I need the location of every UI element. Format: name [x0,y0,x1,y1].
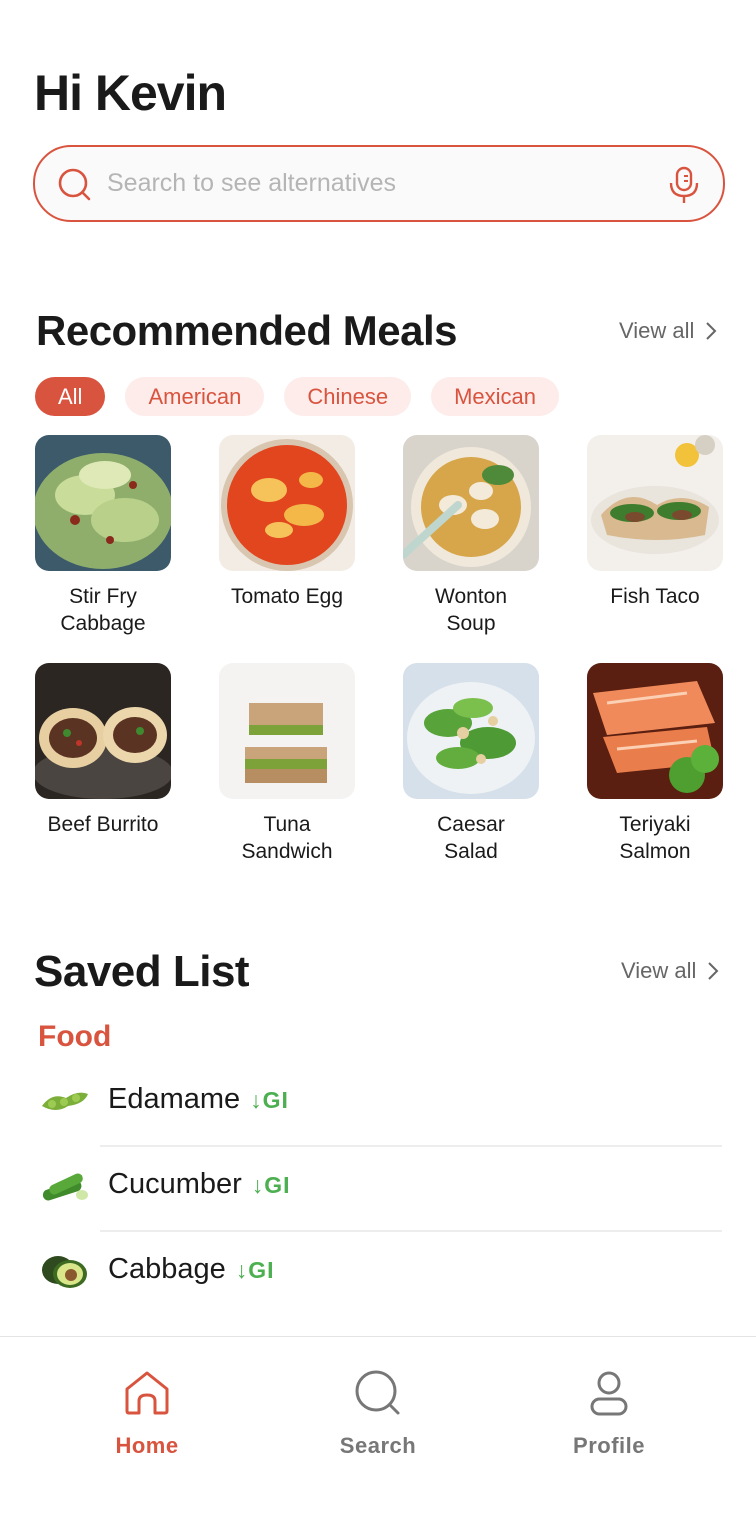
tab-search-label: Search [339,1433,417,1458]
meal-card[interactable]: Stir Fry Cabbage [23,435,183,637]
low-gi-badge: ↓GI [235,1257,275,1283]
profile-icon [590,1371,628,1416]
chevron-right-icon [708,962,719,980]
meal-image [403,435,539,571]
tab-profile-label: Profile [573,1433,645,1458]
low-gi-badge: ↓GI [251,1172,291,1198]
search-icon [355,1370,400,1415]
microphone-icon[interactable] [667,165,701,205]
cucumber-icon [42,1173,88,1201]
meal-name: Stir Fry Cabbage [60,585,146,635]
meal-image [219,663,355,799]
meal-name: Wonton Soup [435,585,507,635]
tab-search[interactable]: Search [308,1367,448,1459]
saved-view-all-link[interactable]: View all [621,958,720,984]
meal-image [587,435,723,571]
saved-item-name: Cabbage ↓GI [108,1253,275,1285]
saved-item-name: Edamame ↓GI [108,1083,289,1115]
meal-card[interactable]: Beef Burrito [23,663,183,838]
meal-card[interactable]: Caesar Salad [391,663,551,865]
cuisine-filter-chips: All American Chinese Mexican [35,377,560,416]
saved-item[interactable]: Cucumber ↓GI [38,1147,722,1232]
meal-name: Beef Burrito [47,813,159,836]
saved-item-name: Cucumber ↓GI [108,1168,291,1200]
meal-card[interactable]: Tomato Egg [207,435,367,610]
tab-profile[interactable]: Profile [539,1367,679,1459]
meal-name: Fish Taco [610,585,700,608]
tab-home[interactable]: Home [77,1367,217,1459]
meal-name: Tomato Egg [230,585,344,608]
search-icon [58,168,91,201]
meal-image [587,663,723,799]
meal-image [219,435,355,571]
meal-name: Tuna Sandwich [241,813,333,863]
tab-home-label: Home [115,1433,179,1458]
meal-image [403,663,539,799]
meal-card[interactable]: Fish Taco [575,435,735,610]
edamame-icon [42,1092,88,1110]
meal-image [35,663,171,799]
filter-chip-american[interactable]: American [125,377,265,416]
low-gi-badge: ↓GI [250,1087,289,1113]
search-input[interactable]: Search to see alternatives [107,169,396,198]
saved-item[interactable]: Cabbage ↓GI [38,1232,722,1317]
meal-name: Teriyaki Salmon [619,813,691,863]
filter-chip-all[interactable]: All [35,377,106,416]
meal-card[interactable]: Wonton Soup [391,435,551,637]
filter-chip-mexican[interactable]: Mexican [431,377,560,416]
search-bar[interactable]: Search to see alternatives [33,145,725,222]
meal-card[interactable]: Teriyaki Salmon [575,663,735,865]
recommended-meals-title: Recommended Meals [36,307,457,354]
avocado-icon [42,1256,87,1288]
saved-item[interactable]: Edamame ↓GI [38,1062,722,1147]
home-icon [125,1371,169,1415]
meal-card[interactable]: Tuna Sandwich [207,663,367,865]
meal-image [35,435,171,571]
bottom-tab-bar: Home Search Profile [0,1336,756,1536]
view-all-label: View all [619,318,695,343]
greeting-title: Hi Kevin [34,65,227,121]
recommended-view-all-link[interactable]: View all [619,318,718,344]
saved-list-title: Saved List [34,947,250,996]
view-all-label: View all [621,958,697,983]
chevron-right-icon [706,322,717,340]
saved-category-label: Food [38,1020,112,1053]
filter-chip-chinese[interactable]: Chinese [284,377,412,416]
meal-name: Caesar Salad [437,813,505,863]
